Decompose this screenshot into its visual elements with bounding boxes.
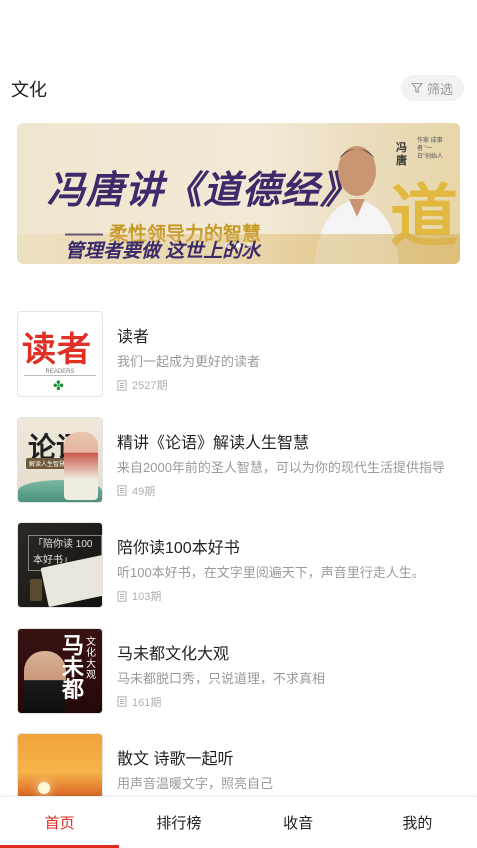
cover-subtext: READERS (45, 369, 75, 375)
album-cover: 马未都 文化大观 (17, 627, 103, 714)
album-cover: 论语 解读人生智慧 (17, 416, 103, 503)
item-meta: 49期 (117, 483, 155, 499)
cover-divider (24, 375, 96, 376)
episode-count: 161期 (132, 696, 162, 709)
tab-mine[interactable]: 我的 (358, 797, 477, 848)
cover-sun (38, 782, 50, 794)
cover-logo: 读者 (22, 330, 92, 370)
list-item[interactable]: 读者 READERS ✤ 读者 我们一起成为更好的读者 2527期 (0, 311, 477, 417)
item-desc: 马未都脱口秀，只说道理，不求真相 (117, 670, 326, 686)
cover-subtext: 解读人生智慧 (26, 457, 69, 469)
banner-pagination (17, 243, 460, 248)
list-item[interactable]: 论语 解读人生智慧 精讲《论语》解读人生智慧 来自2000年前的圣人智慧，可以为… (0, 416, 477, 523)
leaf-icon: ✤ (53, 378, 64, 393)
list-item[interactable]: 马未都 文化大观 马未都文化大观 马未都脱口秀，只说道理，不求真相 161期 (0, 627, 477, 734)
banner-dot (225, 243, 230, 248)
album-cover: 「陪你读 100本好书」 (17, 522, 103, 608)
item-title: 马未都文化大观 (117, 645, 230, 663)
item-title: 读者 (117, 329, 150, 346)
album-list: 读者 READERS ✤ 读者 我们一起成为更好的读者 2527期 论语 解读人… (0, 311, 477, 839)
episodes-icon (117, 379, 127, 391)
banner-role: 作家 成事者 “一日”创始人 (417, 138, 443, 160)
banner-dot (247, 243, 252, 248)
item-title: 散文 诗歌一起听 (117, 751, 234, 768)
header: 文化 筛选 (0, 72, 477, 104)
episodes-icon (117, 485, 127, 496)
item-meta: 103期 (117, 588, 161, 604)
filter-icon (411, 82, 423, 94)
banner-tagline: 管理者要做 这世上的水 (65, 241, 261, 262)
banner-dot-active (236, 243, 241, 248)
episodes-icon (117, 590, 127, 602)
item-desc: 用声音温暖文字，照亮自己 (117, 776, 274, 791)
episodes-icon (117, 696, 127, 707)
album-cover: 读者 READERS ✤ (17, 311, 103, 397)
cover-subtext: 文化大观 (86, 636, 96, 681)
tab-ranking[interactable]: 排行榜 (119, 797, 238, 848)
bottom-tab-bar: 首页 排行榜 收音 我的 (0, 796, 477, 848)
promo-banner[interactable]: 冯唐讲《道德经》 ——柔性领导力的智慧 冯唐 作家 成事者 “一日”创始人 道 … (17, 123, 460, 264)
cover-person (24, 650, 66, 713)
episode-count: 2527期 (132, 380, 168, 392)
cover-logo: 马未都 (62, 632, 85, 703)
filter-label: 筛选 (426, 81, 453, 97)
item-title: 陪你读100本好书 (117, 540, 240, 557)
tab-home[interactable]: 首页 (0, 797, 120, 848)
item-desc: 来自2000年前的圣人智慧，可以为你的现代生活提供指导 (117, 459, 445, 475)
item-title: 精讲《论语》解读人生智慧 (117, 434, 310, 452)
page-title: 文化 (11, 80, 47, 100)
cover-pen (30, 579, 42, 601)
tab-radio[interactable]: 收音 (239, 797, 358, 848)
item-meta: 2527期 (117, 377, 167, 393)
list-item[interactable]: 「陪你读 100本好书」 陪你读100本好书 听100本好书，在文字里阅遍天下，… (0, 522, 477, 628)
filter-button[interactable]: 筛选 (400, 75, 464, 101)
episode-count: 103期 (132, 591, 162, 603)
item-desc: 我们一起成为更好的读者 (117, 354, 261, 369)
cover-figure (64, 431, 98, 500)
item-meta: 161期 (117, 694, 161, 710)
item-desc: 听100本好书，在文字里阅遍天下，声音里行走人生。 (117, 565, 425, 580)
episode-count: 49期 (132, 485, 156, 498)
